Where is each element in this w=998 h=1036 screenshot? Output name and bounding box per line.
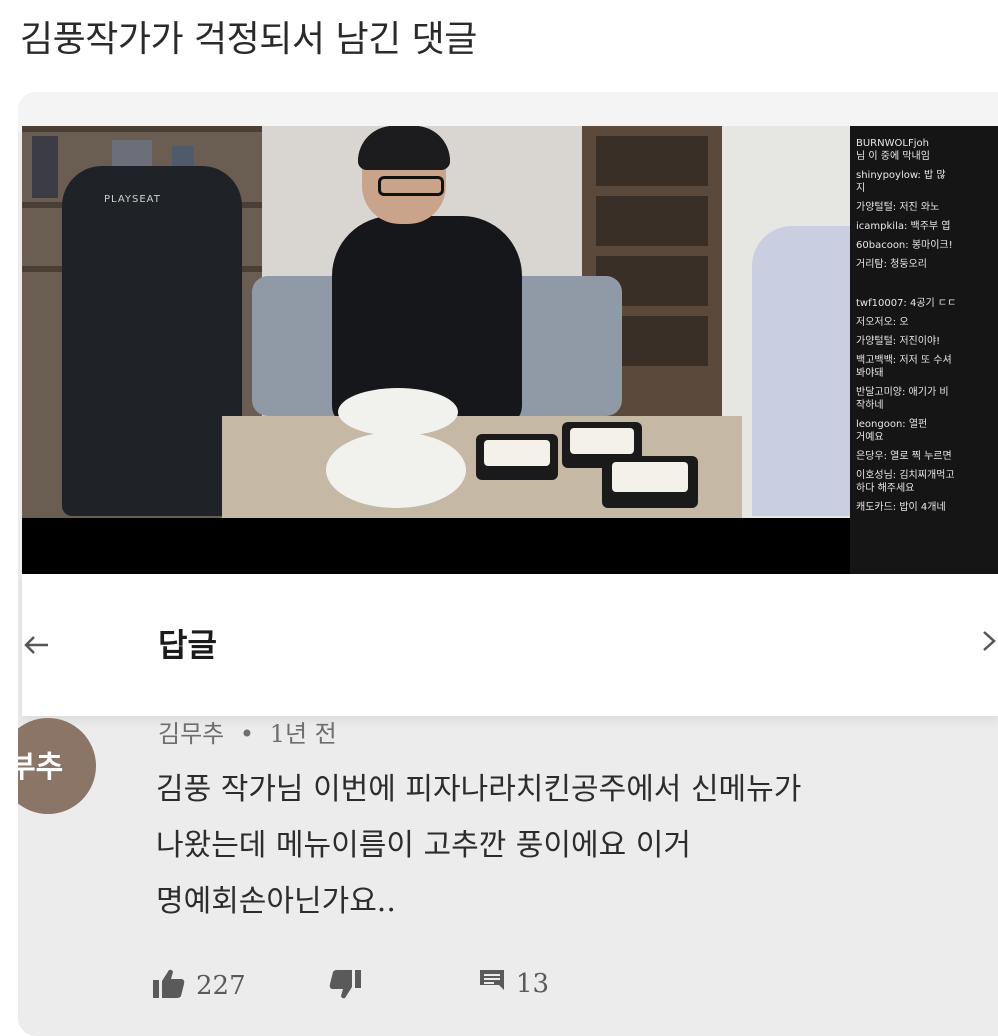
dislike-button[interactable]	[328, 968, 362, 1004]
comment-time: 1년 전	[269, 720, 337, 748]
chat-line: shinypoylow: 밥 많	[856, 170, 946, 181]
chair-logo: PLAYSEAT	[104, 194, 161, 205]
chat-line: 이호성님: 김치찌개먹고	[856, 470, 955, 481]
post-title: 김풍작가가 걱정되서 남긴 댓글	[20, 19, 477, 60]
chat-line: 가양털털: 저진이야!	[856, 336, 941, 347]
chat-line: 가양털털: 저진 와노	[856, 202, 940, 213]
chat-line: icampkila: 백주부 엽	[856, 221, 951, 232]
chat-line: 하다 해주세요	[856, 483, 915, 494]
arrow-left-icon[interactable]	[22, 630, 52, 667]
lunch-tray	[602, 456, 698, 508]
chat-line: twf10007: 4공기 ㄷㄷ	[856, 298, 957, 309]
reply-title: 답글	[158, 626, 217, 664]
chat-line: leongoon: 열펀	[856, 419, 928, 430]
like-button[interactable]: 227	[152, 968, 246, 1004]
gaming-chair	[62, 166, 242, 516]
thumbs-up-icon	[152, 968, 186, 1004]
chat-line: 거리탐: 청둥오리	[856, 259, 927, 270]
reply-button[interactable]: 13	[478, 968, 549, 1000]
chat-line: BURNWOLFjoh	[856, 138, 929, 149]
chat-line: 봐야돼	[856, 368, 884, 379]
chat-line: 은당우: 열로 찍 누르면	[856, 451, 952, 462]
thumbs-down-icon	[328, 968, 362, 1004]
chat-line: 님 이 중에 막내임	[856, 151, 930, 162]
live-chat-panel: BURNWOLFjoh 님 이 중에 막내임 shinypoylow: 밥 많 …	[850, 126, 998, 574]
avatar[interactable]: 부추	[18, 718, 96, 814]
comment-line: 명예회손아닌가요..	[156, 884, 396, 919]
comment-meta: 김무추 • 1년 전	[158, 714, 337, 749]
like-count: 227	[196, 971, 246, 1001]
chevron-right-icon[interactable]	[980, 626, 998, 664]
lunch-tray	[476, 434, 558, 480]
chat-line: 거예요	[856, 432, 884, 443]
comment-body: 김풍 작가님 이번에 피자나라치킨공주에서 신메뉴가 나왔는데 메뉴이름이 고추…	[156, 762, 986, 930]
chat-line: 60bacoon: 봉마이크!	[856, 240, 953, 251]
avatar-initials: 부추	[18, 750, 64, 785]
screenshot-card: PLAYSEAT BURNWOLFjoh 님 이 중에 막내임 shinypoy…	[18, 92, 998, 1036]
comment-line: 김풍 작가님 이번에 피자나라치킨공주에서 신메뉴가	[156, 772, 802, 807]
reply-count: 13	[516, 969, 550, 999]
meta-separator: •	[239, 720, 255, 748]
glasses	[378, 176, 444, 196]
video-frame[interactable]: PLAYSEAT BURNWOLFjoh 님 이 중에 막내임 shinypoy…	[22, 126, 998, 574]
reply-header: 답글	[22, 574, 998, 716]
bowl	[338, 388, 458, 436]
chat-line: 백고백백: 저저 또 수셔	[856, 355, 952, 366]
chat-line: 반달고미양: 애기가 비	[856, 387, 949, 398]
chat-line: 캐도카드: 밥이 4개네	[856, 502, 946, 513]
comment-author[interactable]: 김무추	[158, 720, 224, 748]
comment-line: 나왔는데 메뉴이름이 고추깐 풍이에요 이거	[156, 828, 691, 863]
chat-line: 지	[856, 183, 866, 194]
comment-icon	[478, 968, 506, 1000]
chat-line: 저오저오: 오	[856, 317, 909, 328]
chat-line: 작하네	[856, 400, 884, 411]
bowl	[326, 432, 466, 508]
